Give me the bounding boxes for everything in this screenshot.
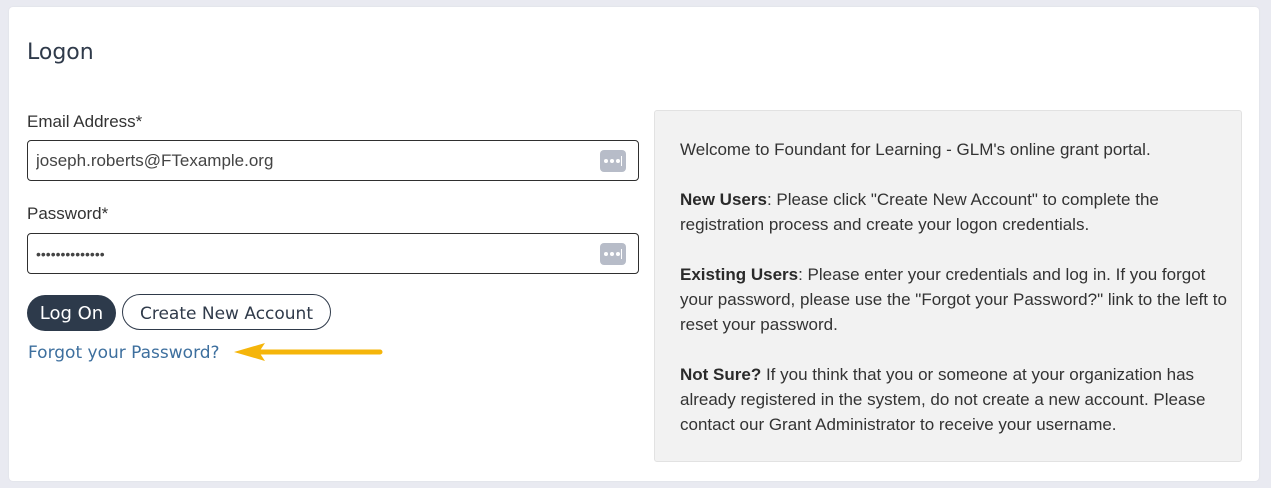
new-users-heading: New Users (680, 190, 767, 209)
log-on-button[interactable]: Log On (27, 295, 116, 331)
new-users-paragraph: New Users: Please click "Create New Acco… (680, 187, 1230, 237)
password-manager-icon[interactable] (600, 150, 626, 172)
password-field[interactable] (36, 234, 596, 273)
password-label: Password* (27, 204, 109, 223)
page-title: Logon (27, 40, 94, 65)
existing-users-paragraph: Existing Users: Please enter your creden… (680, 262, 1230, 337)
logon-card: Logon Email Address* Password* Log On Cr… (9, 7, 1259, 481)
annotation-arrow (234, 343, 383, 361)
info-panel: Welcome to Foundant for Learning - GLM's… (654, 110, 1242, 462)
existing-users-heading: Existing Users (680, 265, 799, 284)
email-field[interactable] (36, 141, 596, 180)
password-field-container (27, 233, 639, 274)
forgot-password-link[interactable]: Forgot your Password? (28, 343, 220, 363)
email-field-container (27, 140, 639, 181)
password-manager-icon[interactable] (600, 243, 626, 265)
create-new-account-button[interactable]: Create New Account (122, 294, 331, 330)
not-sure-paragraph: Not Sure? If you think that you or someo… (680, 362, 1230, 437)
not-sure-heading: Not Sure? (680, 365, 762, 384)
welcome-text: Welcome to Foundant for Learning - GLM's… (680, 140, 1151, 159)
email-label: Email Address* (27, 112, 143, 131)
